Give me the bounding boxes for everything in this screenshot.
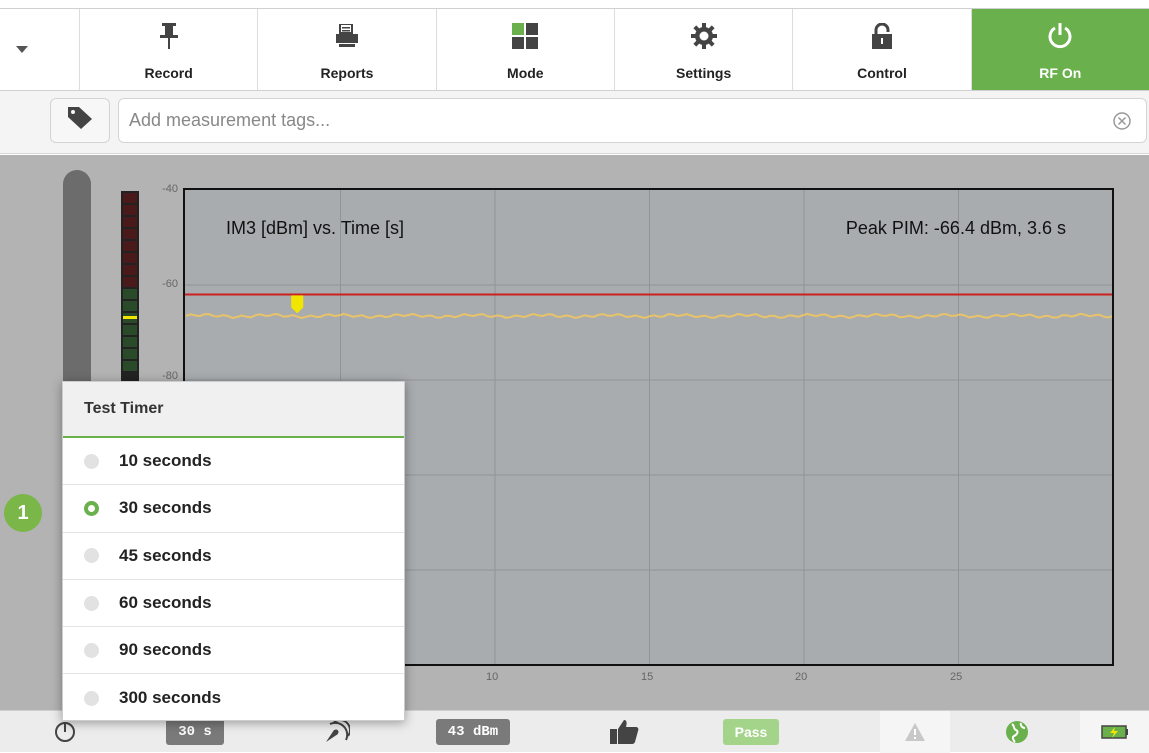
chart-title: IM3 [dBm] vs. Time [s]	[226, 218, 405, 238]
mode-label: Mode	[507, 65, 544, 81]
caret-down-icon	[16, 41, 28, 59]
peak-pim-readout: Peak PIM: -66.4 dBm, 3.6 s	[845, 218, 1066, 238]
step-callout: 1	[4, 494, 42, 532]
option-label: 300 seconds	[119, 688, 222, 708]
timer-option-60[interactable]: 60 seconds	[63, 580, 404, 628]
option-label: 10 seconds	[119, 451, 212, 471]
radio-icon[interactable]	[84, 642, 99, 658]
gear-icon	[690, 19, 717, 53]
tag-icon	[67, 106, 93, 135]
rf-on-label: RF On	[1039, 65, 1082, 81]
power-badge[interactable]: 43 dBm	[435, 719, 511, 745]
record-button[interactable]: Record	[79, 9, 257, 90]
control-label: Control	[857, 65, 907, 81]
main-toolbar: Record Reports Mode Settings Control RF …	[79, 8, 1149, 91]
pushpin-icon	[157, 19, 181, 53]
unlock-icon	[871, 19, 893, 53]
tag-bar	[0, 91, 1149, 154]
test-timer-popup: Test Timer 10 seconds 30 seconds 45 seco…	[62, 381, 405, 721]
radio-icon[interactable]	[84, 548, 99, 564]
y-tick: -60	[162, 278, 178, 290]
printer-icon	[334, 19, 360, 53]
tags-input[interactable]	[118, 98, 1147, 143]
radio-icon[interactable]	[84, 595, 99, 611]
option-label: 60 seconds	[119, 593, 212, 613]
reports-label: Reports	[320, 65, 374, 81]
grid-icon	[512, 19, 539, 53]
control-button[interactable]: Control	[792, 9, 970, 90]
option-label: 90 seconds	[119, 640, 212, 660]
tag-button[interactable]	[50, 98, 110, 143]
warning-icon[interactable]	[898, 711, 932, 753]
y-tick: -40	[162, 183, 178, 195]
globe-icon[interactable]	[1000, 711, 1034, 753]
rf-on-button[interactable]: RF On	[970, 9, 1149, 90]
popup-title: Test Timer	[63, 382, 404, 438]
x-tick: 20	[795, 671, 808, 683]
result-badge[interactable]: Pass	[722, 719, 780, 745]
thumbs-up-icon	[604, 711, 644, 753]
x-tick: 10	[486, 671, 499, 683]
clear-icon[interactable]	[1112, 111, 1132, 131]
settings-label: Settings	[676, 65, 732, 81]
record-label: Record	[144, 65, 193, 81]
toolbar-dropdown-toggle[interactable]	[0, 8, 79, 91]
timer-option-10[interactable]: 10 seconds	[63, 438, 404, 486]
x-tick: 25	[950, 671, 963, 683]
timer-badge[interactable]: 30 s	[166, 719, 224, 745]
mode-button[interactable]: Mode	[435, 9, 614, 90]
radio-selected-icon[interactable]	[84, 500, 99, 516]
timer-option-30[interactable]: 30 seconds	[63, 485, 404, 533]
peak-marker	[291, 295, 304, 314]
level-meter	[121, 191, 139, 381]
timer-option-45[interactable]: 45 seconds	[63, 533, 404, 580]
timer-option-300[interactable]: 300 seconds	[63, 674, 404, 721]
battery-icon	[1098, 711, 1132, 753]
option-label: 30 seconds	[119, 498, 212, 518]
option-label: 45 seconds	[119, 545, 212, 565]
reports-button[interactable]: Reports	[257, 9, 435, 90]
x-tick: 15	[641, 671, 654, 683]
timer-option-90[interactable]: 90 seconds	[63, 627, 404, 675]
settings-button[interactable]: Settings	[613, 9, 792, 90]
radio-icon[interactable]	[84, 453, 99, 469]
radio-icon[interactable]	[84, 690, 99, 706]
power-icon	[1047, 19, 1073, 53]
